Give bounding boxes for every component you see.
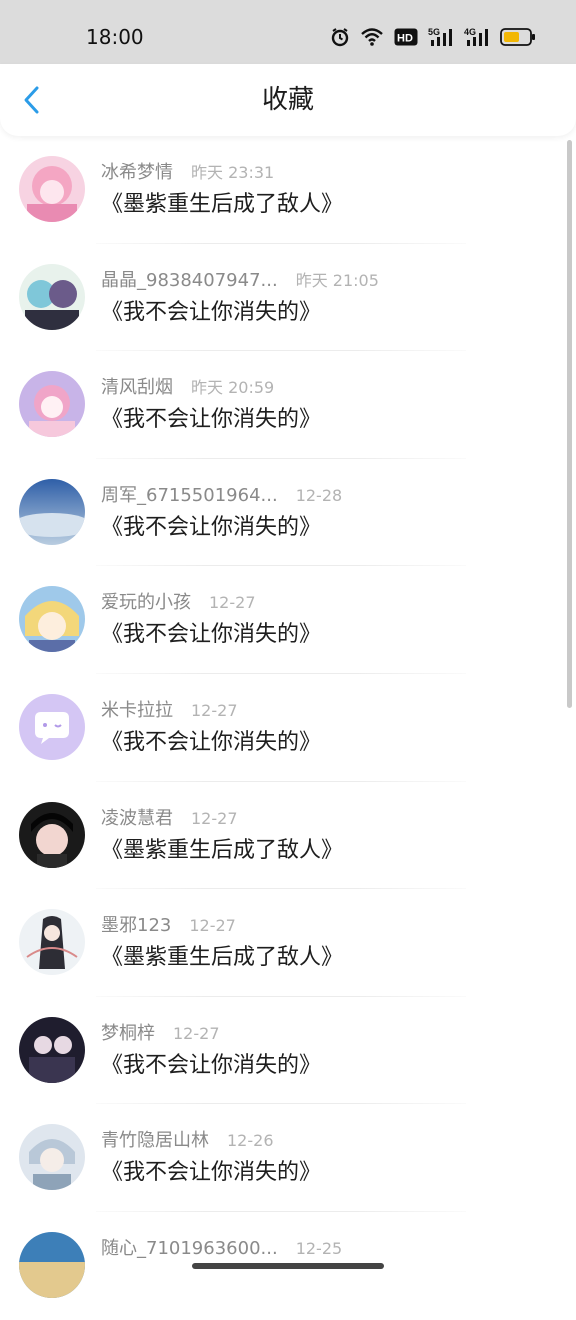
username: 米卡拉拉 xyxy=(101,699,173,721)
avatar[interactable] xyxy=(19,1124,85,1191)
alarm-icon xyxy=(330,27,350,47)
list-item[interactable]: 爱玩的小孩 12-27 《我不会让你消失的》 xyxy=(0,566,576,674)
username: 青竹隐居山林 xyxy=(101,1130,209,1152)
avatar[interactable] xyxy=(19,263,85,330)
username: 冰希梦情 xyxy=(101,162,173,183)
timestamp: 12-27 xyxy=(173,1023,220,1043)
favorite-title[interactable]: 《墨紫重生后成了敌人》 xyxy=(101,837,343,865)
timestamp: 昨天 21:05 xyxy=(295,270,379,290)
timestamp: 12-26 xyxy=(227,1131,274,1151)
status-icons: HD 5G 4G xyxy=(330,24,536,50)
avatar[interactable] xyxy=(19,1016,85,1083)
avatar[interactable] xyxy=(19,371,85,438)
timestamp: 12-27 xyxy=(189,916,236,936)
timestamp: 12-27 xyxy=(209,593,256,613)
home-indicator[interactable] xyxy=(192,1263,384,1269)
list-item[interactable]: 墨邪123 12-27 《墨紫重生后成了敌人》 xyxy=(0,889,576,997)
username: 墨邪123 xyxy=(101,915,172,937)
status-bar: 18:00 HD 5G 4G xyxy=(0,0,576,64)
avatar[interactable] xyxy=(19,693,85,760)
timestamp: 12-27 xyxy=(191,808,238,828)
avatar[interactable] xyxy=(19,156,85,222)
timestamp: 12-27 xyxy=(191,700,238,720)
favorite-title[interactable]: 《我不会让你消失的》 xyxy=(101,299,321,327)
avatar[interactable] xyxy=(19,478,85,545)
list-item[interactable]: 晶晶_9838407947... 昨天 21:05 《我不会让你消失的》 xyxy=(0,244,576,352)
list-item[interactable]: 周军_6715501964... 12-28 《我不会让你消失的》 xyxy=(0,459,576,567)
scrollbar[interactable] xyxy=(567,140,572,708)
avatar[interactable] xyxy=(19,586,85,653)
page-title: 收藏 xyxy=(261,85,314,115)
timestamp: 12-28 xyxy=(295,485,343,505)
avatar[interactable] xyxy=(19,909,85,976)
favorite-title[interactable]: 《我不会让你消失的》 xyxy=(101,514,321,542)
favorites-list: 冰希梦情 昨天 23:31 《墨紫重生后成了敌人》 晶晶_9838407947.… xyxy=(0,136,576,1320)
favorite-title[interactable]: 《我不会让你消失的》 xyxy=(101,1052,321,1080)
username: 梦桐梓 xyxy=(101,1022,155,1044)
list-item[interactable]: 冰希梦情 昨天 23:31 《墨紫重生后成了敌人》 xyxy=(0,136,576,244)
timestamp: 昨天 23:31 xyxy=(191,163,275,182)
header: 收藏 xyxy=(0,64,576,136)
list-item[interactable]: 青竹隐居山林 12-26 《我不会让你消失的》 xyxy=(0,1104,576,1212)
favorite-title[interactable]: 《我不会让你消失的》 xyxy=(101,729,321,757)
list-item[interactable]: 梦桐梓 12-27 《我不会让你消失的》 xyxy=(0,997,576,1105)
username: 晶晶_9838407947... xyxy=(101,269,278,291)
4g-signal-icon: 4G xyxy=(464,27,490,47)
svg-text:5G: 5G xyxy=(428,27,440,37)
svg-text:HD: HD xyxy=(397,33,413,45)
timestamp: 12-25 xyxy=(295,1238,343,1258)
list-item[interactable]: 清风刮烟 昨天 20:59 《我不会让你消失的》 xyxy=(0,351,576,459)
favorite-title[interactable]: 《我不会让你消失的》 xyxy=(101,1159,321,1187)
avatar[interactable] xyxy=(19,801,85,868)
list-item[interactable]: 凌波慧君 12-27 《墨紫重生后成了敌人》 xyxy=(0,782,576,890)
username: 随心_7101963600... xyxy=(101,1237,278,1259)
favorite-title[interactable]: 《墨紫重生后成了敌人》 xyxy=(101,944,343,972)
avatar[interactable] xyxy=(19,1231,85,1298)
5g-signal-icon: 5G xyxy=(428,27,454,47)
favorite-title[interactable]: 《我不会让你消失的》 xyxy=(101,406,321,434)
wifi-icon xyxy=(360,27,384,47)
favorite-title[interactable]: 《墨紫重生后成了敌人》 xyxy=(101,191,343,219)
svg-text:4G: 4G xyxy=(464,27,476,37)
status-time: 18:00 xyxy=(86,25,144,49)
username: 凌波慧君 xyxy=(101,807,173,829)
timestamp: 昨天 20:59 xyxy=(191,378,275,398)
list-item[interactable]: 米卡拉拉 12-27 《我不会让你消失的》 xyxy=(0,674,576,782)
username: 清风刮烟 xyxy=(101,377,173,399)
username: 爱玩的小孩 xyxy=(101,592,191,614)
username: 周军_6715501964... xyxy=(101,484,278,506)
favorite-title[interactable]: 《我不会让你消失的》 xyxy=(101,621,321,649)
hd-icon: HD xyxy=(394,28,418,46)
battery-icon xyxy=(500,27,536,47)
